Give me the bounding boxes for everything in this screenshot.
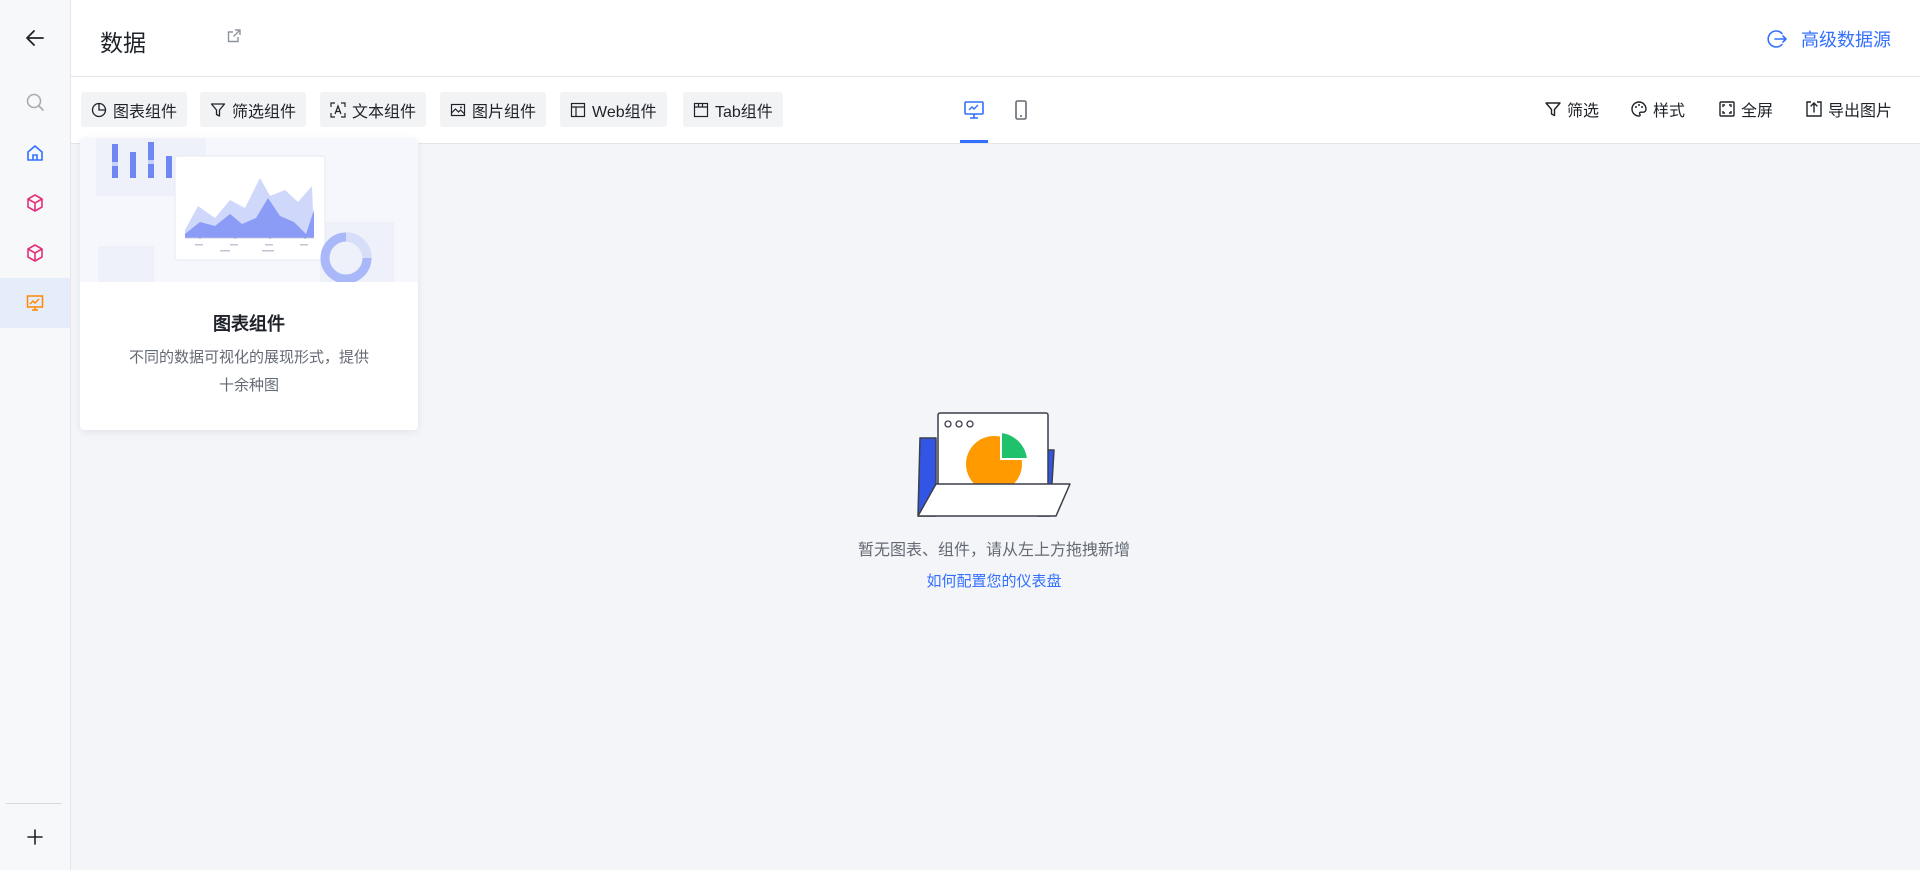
pie-chart-icon: [91, 102, 107, 117]
empty-state-illustration: [914, 408, 1074, 525]
toolbar: 图表组件 筛选组件 文本组件 图片组件 Web组件 Tab组件 筛选 样式 全屏: [71, 77, 1920, 144]
advanced-data-source-link[interactable]: 高级数据源: [1765, 26, 1891, 52]
filter-icon: [1545, 102, 1561, 117]
active-view-indicator: [960, 140, 988, 143]
image-icon: [450, 103, 466, 116]
style-action-button[interactable]: 样式: [1630, 97, 1685, 121]
tab-mobile-view[interactable]: [1004, 96, 1038, 124]
mobile-icon: [1015, 100, 1027, 120]
sidebar-item-home[interactable]: [0, 128, 70, 178]
text-component-button[interactable]: 文本组件: [320, 92, 427, 127]
logout-circle-icon: [1767, 30, 1787, 48]
search-icon: [26, 93, 44, 111]
page-title: 数据: [100, 30, 146, 56]
configure-dashboard-link[interactable]: 如何配置您的仪表盘: [700, 570, 1288, 591]
filter-action-label: 筛选: [1567, 103, 1600, 120]
advanced-data-source-label: 高级数据源: [1801, 30, 1891, 50]
header: 数据 高级数据源: [71, 0, 1920, 77]
sidebar-item-cube-1[interactable]: [0, 178, 70, 228]
palette-icon: [1631, 101, 1647, 117]
sidebar-divider: [6, 803, 62, 804]
web-component-button[interactable]: Web组件: [560, 92, 667, 127]
web-component-label: Web组件: [592, 103, 657, 121]
tab-icon: [693, 102, 709, 117]
cube-icon: [27, 244, 43, 262]
dashboard-icon: [26, 295, 44, 311]
cube-icon: [27, 194, 43, 212]
tab-component-label: Tab组件: [715, 103, 773, 121]
export-image-label: 导出图片: [1828, 103, 1893, 120]
sidebar: [0, 0, 71, 870]
style-action-label: 样式: [1653, 103, 1686, 120]
chart-component-illustration: [80, 138, 418, 282]
chart-component-card[interactable]: 图表组件 不同的数据可视化的展现形式，提供十余种图: [80, 138, 418, 430]
layout-icon: [570, 102, 586, 117]
export-image-button[interactable]: 导出图片: [1805, 97, 1892, 121]
text-icon: [330, 101, 346, 118]
card-title: 图表组件: [213, 314, 285, 334]
tab-desktop-view[interactable]: [957, 96, 991, 124]
back-arrow-icon: [26, 30, 44, 46]
sidebar-item-search[interactable]: [0, 77, 70, 127]
fullscreen-action-button[interactable]: 全屏: [1718, 97, 1773, 121]
fullscreen-action-label: 全屏: [1741, 103, 1774, 120]
chart-component-button[interactable]: 图表组件: [81, 92, 188, 127]
export-icon: [1806, 101, 1822, 117]
back-button[interactable]: [0, 13, 70, 63]
image-component-button[interactable]: 图片组件: [440, 92, 547, 127]
add-button[interactable]: [0, 812, 70, 862]
sidebar-item-dashboard[interactable]: [0, 278, 70, 328]
filter-component-label: 筛选组件: [232, 103, 297, 121]
external-link-icon[interactable]: [226, 28, 242, 49]
text-component-label: 文本组件: [352, 103, 417, 121]
plus-icon: [27, 829, 43, 845]
empty-state-message: 暂无图表、组件，请从左上方拖拽新增: [857, 542, 1130, 559]
desktop-icon: [964, 101, 984, 119]
sidebar-item-cube-2[interactable]: [0, 228, 70, 278]
card-description: 不同的数据可视化的展现形式，提供十余种图: [128, 349, 369, 394]
filter-icon: [210, 102, 226, 117]
filter-action-button[interactable]: 筛选: [1544, 97, 1599, 121]
fullscreen-icon: [1719, 101, 1735, 117]
home-icon: [27, 145, 43, 161]
filter-component-button[interactable]: 筛选组件: [200, 92, 307, 127]
chart-component-label: 图表组件: [113, 103, 178, 121]
tab-component-button[interactable]: Tab组件: [683, 92, 783, 127]
image-component-label: 图片组件: [472, 103, 537, 121]
